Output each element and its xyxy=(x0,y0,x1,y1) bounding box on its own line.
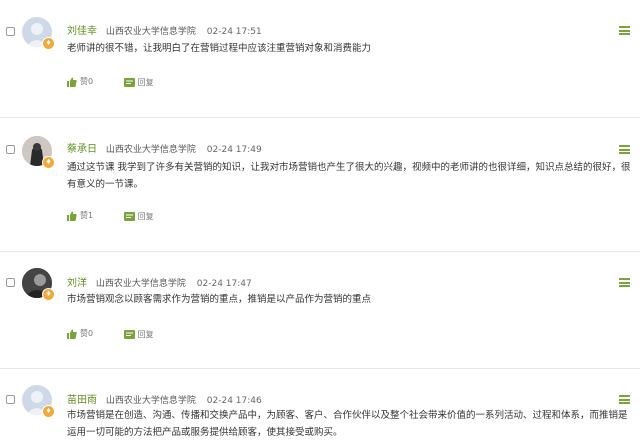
reply-label: 回复 xyxy=(137,77,154,87)
level-badge-icon: ♦ xyxy=(42,156,55,169)
like-count: 赞1 xyxy=(80,211,94,220)
comment-text: 老师讲的很不错，让我明白了在营销过程中应该注重营销对象和消费能力 xyxy=(67,43,372,54)
commenter-school: 山西农业大学信息学院 xyxy=(105,396,196,406)
select-checkbox[interactable] xyxy=(6,27,15,36)
level-badge-icon: ♦ xyxy=(42,288,55,301)
comment-item: ♦ 苗田雨 山西农业大学信息学院 02-24 17:46 市场营销是在创造、沟通… xyxy=(0,369,640,440)
avatar[interactable]: ♦ xyxy=(22,385,55,418)
comment-item: ♦ 蔡承日 山西农业大学信息学院 02-24 17:49 通过这节课 我学到了许… xyxy=(0,118,640,252)
commenter-name[interactable]: 蔡承日 xyxy=(67,144,97,155)
like-count: 赞0 xyxy=(80,77,94,86)
reply-label: 回复 xyxy=(137,211,154,221)
more-menu-icon[interactable] xyxy=(619,145,630,154)
like-button[interactable]: 赞0 xyxy=(67,76,93,87)
comment-text: 通过这节课 我学到了许多有关营销的知识，让我对市场营销也产生了很大的兴趣，视频中… xyxy=(67,162,631,190)
level-badge-icon: ♦ xyxy=(42,37,55,50)
thumbs-up-icon xyxy=(67,211,77,221)
commenter-school: 山西农业大学信息学院 xyxy=(105,27,196,37)
more-menu-icon[interactable] xyxy=(619,26,630,35)
select-checkbox[interactable] xyxy=(6,278,15,287)
commenter-name[interactable]: 苗田雨 xyxy=(67,395,97,406)
avatar[interactable]: ♦ xyxy=(22,136,55,169)
like-button[interactable]: 赞1 xyxy=(67,210,93,221)
reply-label: 回复 xyxy=(137,329,154,339)
thumbs-up-icon xyxy=(67,77,77,87)
comment-list: ♦ 刘佳幸 山西农业大学信息学院 02-24 17:51 老师讲的很不错，让我明… xyxy=(0,0,640,440)
comment-text: 市场营销是在创造、沟通、传播和交换产品中，为顾客、客户、合作伙伴以及整个社会带来… xyxy=(67,410,628,438)
comment-time: 02-24 17:49 xyxy=(206,145,262,155)
reply-button[interactable]: 回复 xyxy=(123,211,154,222)
select-checkbox[interactable] xyxy=(6,145,15,154)
like-button[interactable]: 赞0 xyxy=(67,328,93,339)
commenter-school: 山西农业大学信息学院 xyxy=(95,279,186,289)
comment-item: ♦ 刘洋 山西农业大学信息学院 02-24 17:47 市场营销观念以顾客需求作… xyxy=(0,252,640,369)
thumbs-up-icon xyxy=(67,329,77,339)
reply-button[interactable]: 回复 xyxy=(123,329,154,340)
reply-button[interactable]: 回复 xyxy=(123,77,154,88)
comment-time: 02-24 17:47 xyxy=(196,279,252,289)
comment-time: 02-24 17:46 xyxy=(206,396,262,406)
more-menu-icon[interactable] xyxy=(619,395,630,404)
comment-time: 02-24 17:51 xyxy=(206,27,262,37)
commenter-name[interactable]: 刘佳幸 xyxy=(67,26,97,37)
reply-icon xyxy=(123,211,135,221)
commenter-name[interactable]: 刘洋 xyxy=(67,278,87,289)
reply-icon xyxy=(123,329,135,339)
commenter-school: 山西农业大学信息学院 xyxy=(105,145,196,155)
like-count: 赞0 xyxy=(80,329,94,338)
more-menu-icon[interactable] xyxy=(619,278,630,287)
comment-text: 市场营销观念以顾客需求作为营销的重点，推销是以产品作为营销的重点 xyxy=(67,294,372,305)
select-checkbox[interactable] xyxy=(6,395,15,404)
comment-item: ♦ 刘佳幸 山西农业大学信息学院 02-24 17:51 老师讲的很不错，让我明… xyxy=(0,0,640,118)
avatar[interactable]: ♦ xyxy=(22,17,55,50)
level-badge-icon: ♦ xyxy=(42,405,55,418)
avatar[interactable]: ♦ xyxy=(22,268,55,301)
reply-icon xyxy=(123,77,135,87)
